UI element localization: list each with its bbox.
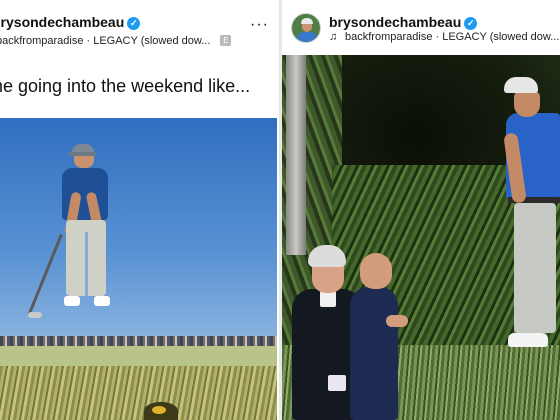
verified-badge-icon: ✓ — [127, 17, 141, 30]
right-post-photo[interactable] — [282, 55, 560, 420]
left-post-username-row[interactable]: brysondechambeau ✓ — [0, 14, 141, 30]
right-post-audio[interactable]: ♫ backfromparadise · LEGACY (slowed dow..… — [329, 31, 559, 43]
right-post-audio-text[interactable]: backfromparadise · LEGACY (slowed dow... — [345, 31, 559, 43]
right-post: brysondechambeau ✓ ♫ backfromparadise · LE… — [282, 0, 560, 420]
official-collar — [320, 291, 336, 307]
leg-gap — [85, 232, 88, 296]
official-hair — [308, 245, 346, 267]
left-post-audio-text[interactable]: backfromparadise · LEGACY (slowed dow... — [0, 35, 210, 47]
avatar-face — [302, 24, 312, 32]
right-post-username[interactable]: brysondechambeau — [329, 14, 461, 30]
post-caption: me going into the weekend like... — [0, 76, 251, 96]
golfer-shoe — [94, 296, 110, 306]
left-post-audio[interactable]: backfromparadise · LEGACY (slowed dow...… — [0, 35, 232, 47]
golfer-shoe — [508, 333, 548, 347]
golfer-head — [74, 154, 94, 168]
golf-club — [27, 234, 63, 315]
official-paper — [328, 375, 346, 391]
fairway — [0, 346, 277, 368]
golfer-cap — [504, 77, 538, 93]
tree-trunk — [286, 55, 306, 255]
golfer-cap-brim — [68, 152, 96, 156]
golf-club-head — [28, 312, 42, 318]
jumping-golfer — [27, 140, 124, 330]
avatar-cap — [301, 18, 313, 24]
official-jacket — [350, 287, 398, 420]
golfer-trousers — [514, 203, 556, 333]
avatar-shirt — [297, 32, 317, 42]
gorse-flowers — [152, 406, 166, 414]
right-post-username-row[interactable]: brysondechambeau ✓ — [329, 14, 478, 30]
avatar[interactable] — [291, 13, 321, 43]
left-post-photo[interactable] — [0, 118, 277, 420]
rough-grass — [0, 366, 277, 420]
music-note-icon: ♫ — [329, 31, 338, 43]
official-hand — [386, 315, 408, 327]
golfer-head — [514, 91, 540, 117]
standing-golfer — [500, 73, 560, 363]
official-bald — [346, 253, 408, 420]
left-post: brysondechambeau ✓ backfromparadise · LEG… — [0, 0, 280, 420]
golfer-shoe — [64, 296, 80, 306]
official-head — [360, 253, 392, 289]
verified-badge-icon: ✓ — [464, 17, 478, 30]
more-options-icon[interactable]: ··· — [250, 17, 269, 33]
left-post-username[interactable]: brysondechambeau — [0, 14, 124, 30]
explicit-badge: E — [220, 35, 232, 46]
